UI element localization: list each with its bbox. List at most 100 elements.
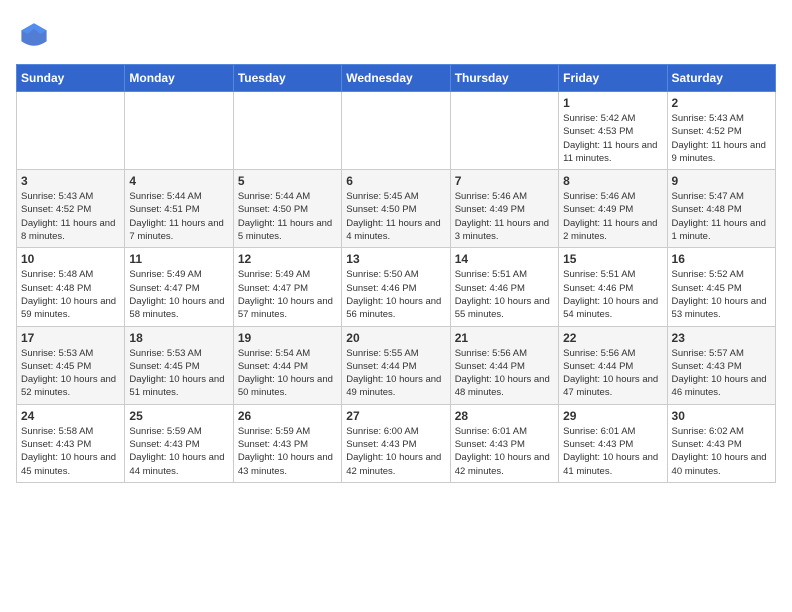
day-cell: 1 Sunrise: 5:42 AM Sunset: 4:53 PM Daylig… [559, 92, 667, 170]
header-cell-wednesday: Wednesday [342, 65, 450, 92]
day-info: Sunrise: 5:46 AM Sunset: 4:49 PM Dayligh… [563, 190, 662, 243]
day-info: Sunrise: 5:55 AM Sunset: 4:44 PM Dayligh… [346, 347, 445, 400]
week-row-4: 17 Sunrise: 5:53 AM Sunset: 4:45 PM Dayli… [17, 326, 776, 404]
day-cell: 23 Sunrise: 5:57 AM Sunset: 4:43 PM Dayli… [667, 326, 775, 404]
day-info: Sunrise: 5:50 AM Sunset: 4:46 PM Dayligh… [346, 268, 445, 321]
day-info: Sunrise: 5:51 AM Sunset: 4:46 PM Dayligh… [563, 268, 662, 321]
day-number: 30 [672, 409, 771, 423]
day-cell: 12 Sunrise: 5:49 AM Sunset: 4:47 PM Dayli… [233, 248, 341, 326]
week-row-2: 3 Sunrise: 5:43 AM Sunset: 4:52 PM Daylig… [17, 170, 776, 248]
day-info: Sunrise: 5:54 AM Sunset: 4:44 PM Dayligh… [238, 347, 337, 400]
day-cell [233, 92, 341, 170]
day-info: Sunrise: 5:46 AM Sunset: 4:49 PM Dayligh… [455, 190, 554, 243]
header [16, 16, 776, 52]
day-info: Sunrise: 5:53 AM Sunset: 4:45 PM Dayligh… [129, 347, 228, 400]
day-cell [450, 92, 558, 170]
day-info: Sunrise: 5:48 AM Sunset: 4:48 PM Dayligh… [21, 268, 120, 321]
day-number: 17 [21, 331, 120, 345]
header-cell-monday: Monday [125, 65, 233, 92]
day-number: 11 [129, 252, 228, 266]
header-row: SundayMondayTuesdayWednesdayThursdayFrid… [17, 65, 776, 92]
day-number: 20 [346, 331, 445, 345]
day-number: 9 [672, 174, 771, 188]
day-number: 3 [21, 174, 120, 188]
day-number: 14 [455, 252, 554, 266]
day-info: Sunrise: 6:01 AM Sunset: 4:43 PM Dayligh… [563, 425, 662, 478]
day-number: 1 [563, 96, 662, 110]
day-number: 24 [21, 409, 120, 423]
day-info: Sunrise: 6:00 AM Sunset: 4:43 PM Dayligh… [346, 425, 445, 478]
day-number: 2 [672, 96, 771, 110]
day-info: Sunrise: 6:02 AM Sunset: 4:43 PM Dayligh… [672, 425, 771, 478]
day-cell: 27 Sunrise: 6:00 AM Sunset: 4:43 PM Dayli… [342, 404, 450, 482]
day-number: 8 [563, 174, 662, 188]
day-number: 18 [129, 331, 228, 345]
day-cell: 10 Sunrise: 5:48 AM Sunset: 4:48 PM Dayli… [17, 248, 125, 326]
day-info: Sunrise: 6:01 AM Sunset: 4:43 PM Dayligh… [455, 425, 554, 478]
day-number: 10 [21, 252, 120, 266]
day-cell: 17 Sunrise: 5:53 AM Sunset: 4:45 PM Dayli… [17, 326, 125, 404]
day-number: 29 [563, 409, 662, 423]
day-cell: 18 Sunrise: 5:53 AM Sunset: 4:45 PM Dayli… [125, 326, 233, 404]
day-number: 27 [346, 409, 445, 423]
day-cell: 11 Sunrise: 5:49 AM Sunset: 4:47 PM Dayli… [125, 248, 233, 326]
day-cell: 2Sunrise: 5:43 AM Sunset: 4:52 PM Daylig… [667, 92, 775, 170]
day-info: Sunrise: 5:53 AM Sunset: 4:45 PM Dayligh… [21, 347, 120, 400]
day-cell: 29 Sunrise: 6:01 AM Sunset: 4:43 PM Dayli… [559, 404, 667, 482]
day-cell: 24Sunrise: 5:58 AM Sunset: 4:43 PM Dayli… [17, 404, 125, 482]
day-number: 12 [238, 252, 337, 266]
day-cell: 9 Sunrise: 5:47 AM Sunset: 4:48 PM Daylig… [667, 170, 775, 248]
day-number: 28 [455, 409, 554, 423]
week-row-3: 10 Sunrise: 5:48 AM Sunset: 4:48 PM Dayli… [17, 248, 776, 326]
day-info: Sunrise: 5:44 AM Sunset: 4:50 PM Dayligh… [238, 190, 337, 243]
header-cell-thursday: Thursday [450, 65, 558, 92]
day-cell: 16Sunrise: 5:52 AM Sunset: 4:45 PM Dayli… [667, 248, 775, 326]
day-cell: 25 Sunrise: 5:59 AM Sunset: 4:43 PM Dayli… [125, 404, 233, 482]
day-info: Sunrise: 5:44 AM Sunset: 4:51 PM Dayligh… [129, 190, 228, 243]
day-cell: 6Sunrise: 5:45 AM Sunset: 4:50 PM Daylig… [342, 170, 450, 248]
day-number: 26 [238, 409, 337, 423]
day-number: 13 [346, 252, 445, 266]
day-number: 22 [563, 331, 662, 345]
day-info: Sunrise: 5:51 AM Sunset: 4:46 PM Dayligh… [455, 268, 554, 321]
day-cell: 7 Sunrise: 5:46 AM Sunset: 4:49 PM Daylig… [450, 170, 558, 248]
day-cell: 5 Sunrise: 5:44 AM Sunset: 4:50 PM Daylig… [233, 170, 341, 248]
day-number: 25 [129, 409, 228, 423]
week-row-5: 24Sunrise: 5:58 AM Sunset: 4:43 PM Dayli… [17, 404, 776, 482]
calendar-table: SundayMondayTuesdayWednesdayThursdayFrid… [16, 64, 776, 483]
day-cell: 15 Sunrise: 5:51 AM Sunset: 4:46 PM Dayli… [559, 248, 667, 326]
day-info: Sunrise: 5:47 AM Sunset: 4:48 PM Dayligh… [672, 190, 771, 243]
day-info: Sunrise: 5:42 AM Sunset: 4:53 PM Dayligh… [563, 112, 662, 165]
day-info: Sunrise: 5:59 AM Sunset: 4:43 PM Dayligh… [238, 425, 337, 478]
day-info: Sunrise: 5:43 AM Sunset: 4:52 PM Dayligh… [21, 190, 120, 243]
day-cell: 26 Sunrise: 5:59 AM Sunset: 4:43 PM Dayli… [233, 404, 341, 482]
day-info: Sunrise: 5:52 AM Sunset: 4:45 PM Dayligh… [672, 268, 771, 321]
day-number: 23 [672, 331, 771, 345]
day-info: Sunrise: 5:59 AM Sunset: 4:43 PM Dayligh… [129, 425, 228, 478]
day-number: 7 [455, 174, 554, 188]
day-cell [17, 92, 125, 170]
header-cell-tuesday: Tuesday [233, 65, 341, 92]
day-cell: 30 Sunrise: 6:02 AM Sunset: 4:43 PM Dayli… [667, 404, 775, 482]
logo-icon [16, 16, 52, 52]
day-cell: 8 Sunrise: 5:46 AM Sunset: 4:49 PM Daylig… [559, 170, 667, 248]
day-cell: 13 Sunrise: 5:50 AM Sunset: 4:46 PM Dayli… [342, 248, 450, 326]
day-number: 15 [563, 252, 662, 266]
day-info: Sunrise: 5:49 AM Sunset: 4:47 PM Dayligh… [238, 268, 337, 321]
day-cell: 3 Sunrise: 5:43 AM Sunset: 4:52 PM Daylig… [17, 170, 125, 248]
day-cell [125, 92, 233, 170]
day-cell: 21Sunrise: 5:56 AM Sunset: 4:44 PM Dayli… [450, 326, 558, 404]
day-number: 4 [129, 174, 228, 188]
day-number: 21 [455, 331, 554, 345]
header-cell-sunday: Sunday [17, 65, 125, 92]
day-cell [342, 92, 450, 170]
day-number: 5 [238, 174, 337, 188]
day-cell: 14 Sunrise: 5:51 AM Sunset: 4:46 PM Dayli… [450, 248, 558, 326]
day-info: Sunrise: 5:57 AM Sunset: 4:43 PM Dayligh… [672, 347, 771, 400]
week-row-1: 1 Sunrise: 5:42 AM Sunset: 4:53 PM Daylig… [17, 92, 776, 170]
day-cell: 22Sunrise: 5:56 AM Sunset: 4:44 PM Dayli… [559, 326, 667, 404]
day-cell: 20 Sunrise: 5:55 AM Sunset: 4:44 PM Dayli… [342, 326, 450, 404]
day-number: 19 [238, 331, 337, 345]
day-cell: 19 Sunrise: 5:54 AM Sunset: 4:44 PM Dayli… [233, 326, 341, 404]
day-info: Sunrise: 5:49 AM Sunset: 4:47 PM Dayligh… [129, 268, 228, 321]
